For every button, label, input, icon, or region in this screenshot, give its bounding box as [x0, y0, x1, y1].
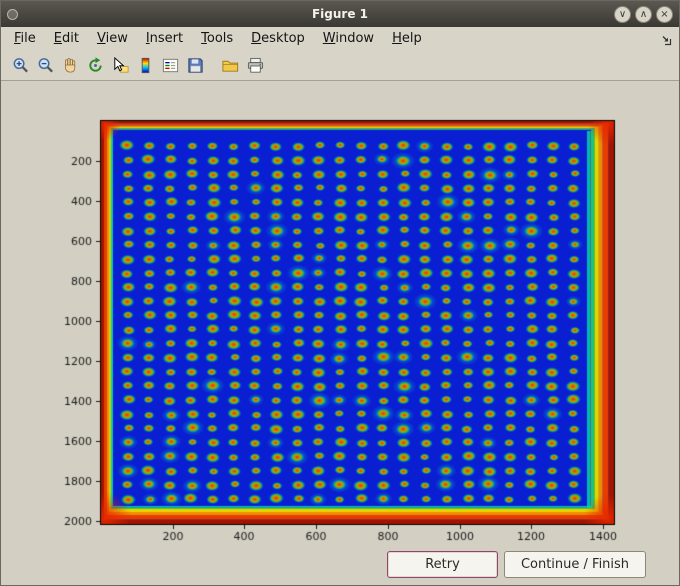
maximize-button[interactable]: ∧: [635, 5, 652, 23]
window-title: Figure 1: [311, 7, 369, 21]
plot-canvas[interactable]: [1, 81, 680, 553]
menubar: File Edit View Insert Tools Desktop Wind…: [1, 27, 679, 50]
figure-canvas-area: Retry Continue / Finish: [1, 81, 680, 585]
menu-view[interactable]: View: [88, 29, 137, 48]
rotate-3d-button[interactable]: [83, 53, 107, 77]
save-figure-button[interactable]: [183, 53, 207, 77]
menu-edit[interactable]: Edit: [45, 29, 88, 48]
data-cursor-icon: [113, 56, 128, 73]
zoom-in-button[interactable]: [8, 53, 32, 77]
zoom-out-icon: [38, 57, 53, 72]
window-controls: ∨ ∧ ×: [614, 5, 673, 23]
retry-button[interactable]: Retry: [387, 551, 498, 578]
print-figure-button[interactable]: [243, 53, 267, 77]
menu-window[interactable]: Window: [314, 29, 383, 48]
window-menu-icon[interactable]: [7, 8, 18, 20]
colorbar-icon: [141, 57, 149, 73]
menu-file[interactable]: File: [5, 29, 45, 48]
close-button[interactable]: ×: [656, 5, 673, 23]
dock-arrow-icon: [662, 36, 672, 46]
open-file-button[interactable]: [218, 53, 242, 77]
insert-colorbar-button[interactable]: [133, 53, 157, 77]
rotate-3d-icon: [88, 56, 102, 72]
continue-finish-button[interactable]: Continue / Finish: [504, 551, 646, 578]
titlebar[interactable]: Figure 1 ∨ ∧ ×: [1, 1, 679, 27]
figure-toolbar: [1, 50, 679, 81]
zoom-out-button[interactable]: [33, 53, 57, 77]
open-folder-icon: [221, 60, 238, 72]
data-cursor-button[interactable]: [108, 53, 132, 77]
legend-icon: [162, 58, 178, 72]
hand-pan-icon: [64, 57, 75, 73]
printer-icon: [247, 57, 263, 73]
menu-help[interactable]: Help: [383, 29, 431, 48]
zoom-in-icon: [13, 57, 28, 72]
menu-desktop[interactable]: Desktop: [242, 29, 314, 48]
save-floppy-icon: [187, 57, 203, 73]
dock-figure-button[interactable]: [660, 32, 673, 51]
pan-button[interactable]: [58, 53, 82, 77]
menu-tools[interactable]: Tools: [192, 29, 242, 48]
minimize-button[interactable]: ∨: [614, 5, 631, 23]
figure-window: Figure 1 ∨ ∧ × File Edit View Insert Too…: [0, 0, 680, 586]
menu-insert[interactable]: Insert: [137, 29, 192, 48]
insert-legend-button[interactable]: [158, 53, 182, 77]
